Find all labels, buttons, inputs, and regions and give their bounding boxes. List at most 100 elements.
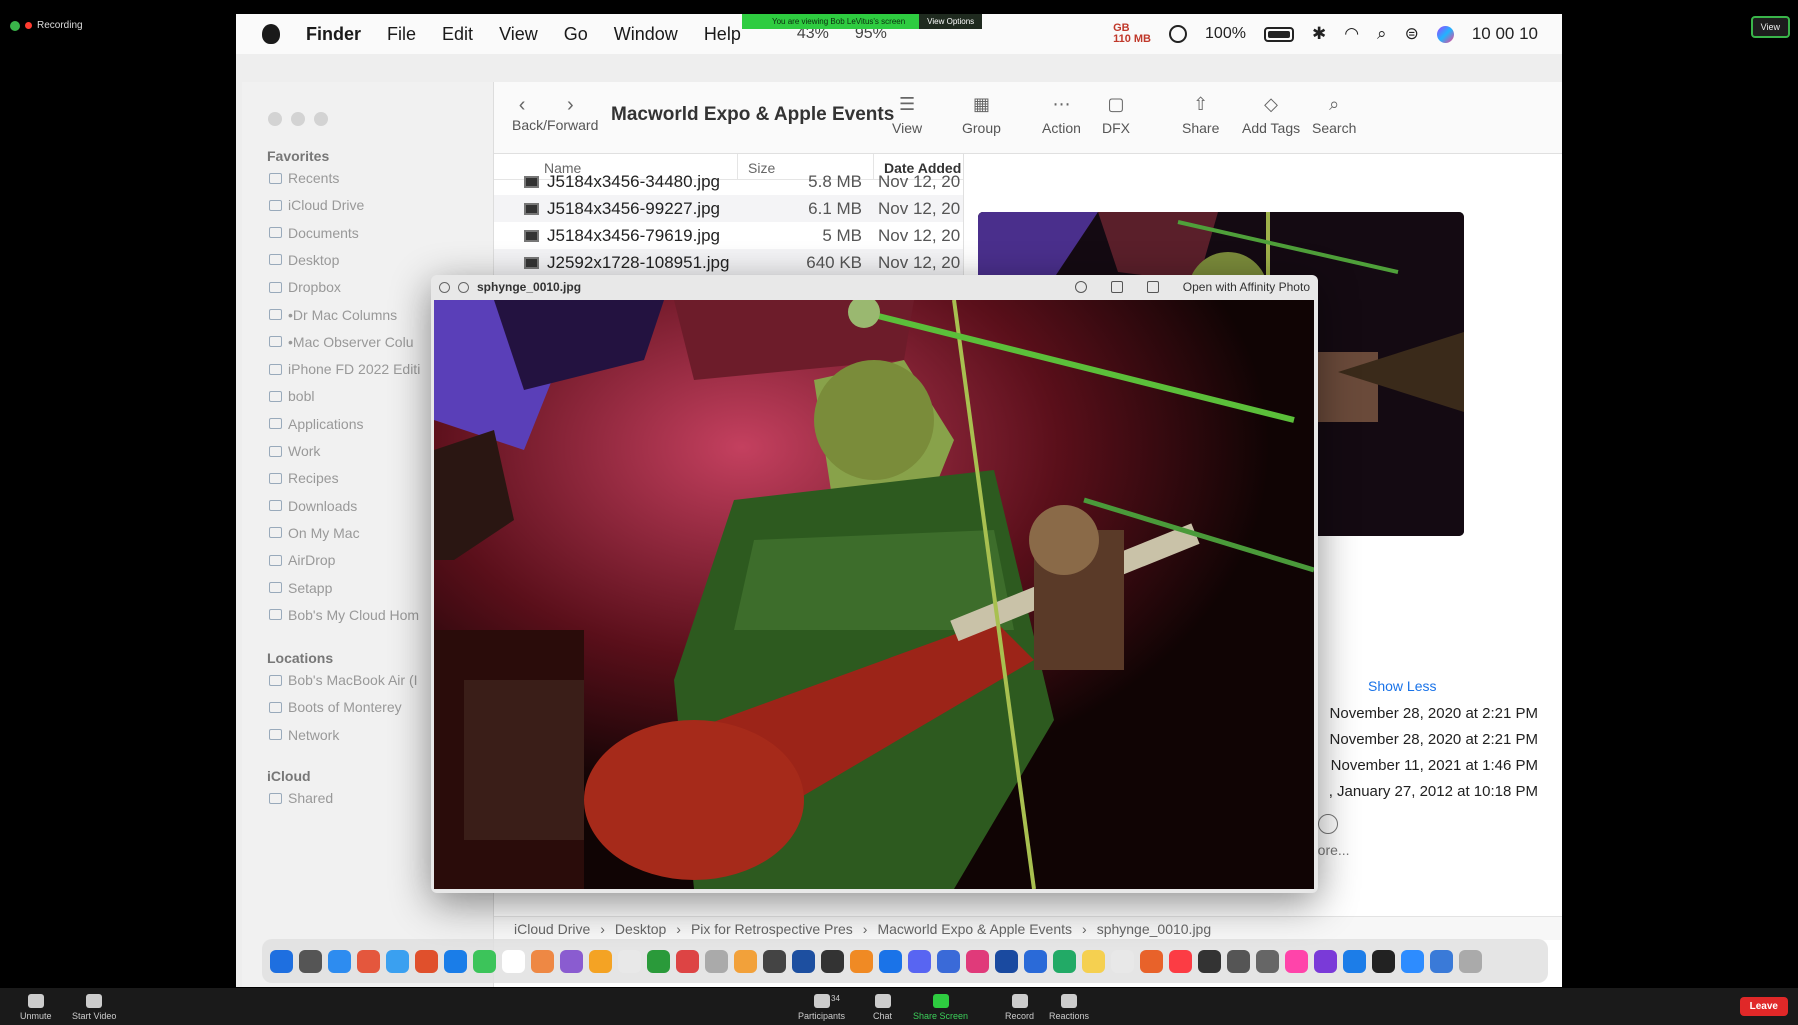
leave-button[interactable]: Leave xyxy=(1739,997,1788,1016)
dock-app-icon[interactable] xyxy=(560,949,583,973)
back-forward-arrows-icon[interactable]: ‹ › xyxy=(512,94,598,117)
control-center-icon[interactable]: ⊜ xyxy=(1405,24,1419,44)
view-toolbar-button[interactable]: ☰ View xyxy=(892,94,922,136)
back-forward-control[interactable]: ‹ › Back/Forward xyxy=(512,94,598,133)
sidebar-item[interactable]: Recents xyxy=(269,170,339,186)
action-toolbar-button[interactable]: ⋯ Action xyxy=(1042,94,1081,136)
time-machine-icon[interactable] xyxy=(1169,25,1188,43)
rotate-icon[interactable] xyxy=(1110,281,1123,293)
search-toolbar-button[interactable]: ⌕ Search xyxy=(1312,94,1356,136)
memory-status[interactable]: GB 110 MB xyxy=(1113,23,1151,45)
sidebar-item[interactable]: On My Mac xyxy=(269,525,360,541)
dock-app-icon[interactable] xyxy=(589,949,612,973)
dock-app-icon[interactable] xyxy=(850,949,873,973)
fullscreen-icon[interactable] xyxy=(458,281,469,293)
zoom-button[interactable] xyxy=(314,112,328,126)
dock-app-icon[interactable] xyxy=(1140,949,1163,973)
menu-finder[interactable]: Finder xyxy=(306,24,361,45)
dock-app-icon[interactable] xyxy=(908,949,931,973)
menu-view[interactable]: View xyxy=(499,24,538,45)
dock-app-icon[interactable] xyxy=(357,949,380,973)
sidebar-item[interactable]: Recipes xyxy=(269,470,339,486)
dock-app-icon[interactable] xyxy=(1401,949,1424,973)
share-icon[interactable] xyxy=(1146,281,1159,293)
dock-app-icon[interactable] xyxy=(966,949,989,973)
bluetooth-icon[interactable]: ✱ xyxy=(1312,24,1326,44)
view-options-button[interactable]: View Options xyxy=(919,14,983,29)
dock-app-icon[interactable] xyxy=(444,949,467,973)
close-button[interactable] xyxy=(268,112,282,126)
share-toolbar-button[interactable]: ⇧ Share xyxy=(1182,94,1219,136)
dock-app-icon[interactable] xyxy=(879,949,902,973)
sidebar-item[interactable]: bobl xyxy=(269,388,314,404)
dock-app-icon[interactable] xyxy=(415,949,438,973)
sidebar-item[interactable]: Desktop xyxy=(269,252,339,268)
dock-app-icon[interactable] xyxy=(1053,949,1076,973)
path-segment[interactable]: Pix for Retrospective Pres xyxy=(691,921,853,937)
dock-app-icon[interactable] xyxy=(1459,949,1482,973)
dock-app-icon[interactable] xyxy=(531,949,554,973)
menu-file[interactable]: File xyxy=(387,24,416,45)
dock-app-icon[interactable] xyxy=(937,949,960,973)
zoom-view-button[interactable]: View xyxy=(1750,16,1790,38)
dock-app-icon[interactable] xyxy=(1024,949,1047,973)
dock-app-icon[interactable] xyxy=(705,949,728,973)
menu-help[interactable]: Help xyxy=(704,24,741,45)
dock-app-icon[interactable] xyxy=(1430,949,1453,973)
path-segment[interactable]: Macworld Expo & Apple Events xyxy=(877,921,1072,937)
path-segment[interactable]: iCloud Drive xyxy=(514,921,590,937)
sidebar-item[interactable]: iCloud Drive xyxy=(269,197,364,213)
dock-app-icon[interactable] xyxy=(1227,949,1250,973)
dock-app-icon[interactable] xyxy=(299,949,322,973)
spotlight-icon[interactable]: ⌕ xyxy=(1377,24,1387,44)
apple-menu-icon[interactable] xyxy=(262,24,280,44)
file-row[interactable]: J5184x3456-99227.jpg 6.1 MB Nov 12, 20 xyxy=(494,195,963,222)
path-segment[interactable]: sphynge_0010.jpg xyxy=(1097,921,1211,937)
dock-app-icon[interactable] xyxy=(473,949,496,973)
dock-app-icon[interactable] xyxy=(676,949,699,973)
sidebar-item[interactable]: •Mac Observer Colu xyxy=(269,334,414,350)
sidebar-item[interactable]: AirDrop xyxy=(269,552,335,568)
sidebar-item[interactable]: Dropbox xyxy=(269,279,341,295)
dock-app-icon[interactable] xyxy=(763,949,786,973)
file-row[interactable]: J5184x3456-34480.jpg 5.8 MB Nov 12, 20 xyxy=(494,168,963,195)
sidebar-item[interactable]: Bob's My Cloud Hom xyxy=(269,607,419,623)
dock-app-icon[interactable] xyxy=(270,949,293,973)
file-row[interactable]: J5184x3456-79619.jpg 5 MB Nov 12, 20 xyxy=(494,222,963,249)
path-segment[interactable]: Desktop xyxy=(615,921,666,937)
show-less-link[interactable]: Show Less xyxy=(1368,678,1436,694)
dock-app-icon[interactable] xyxy=(1343,949,1366,973)
sidebar-item[interactable]: Shared xyxy=(269,790,333,806)
open-with-button[interactable]: Open with Affinity Photo xyxy=(1183,280,1310,294)
start-video-button[interactable]: Start Video xyxy=(72,994,116,1021)
share-screen-button[interactable]: Share Screen xyxy=(913,994,968,1021)
sidebar-item[interactable]: Documents xyxy=(269,225,359,241)
markup-icon[interactable] xyxy=(1074,281,1087,293)
menu-window[interactable]: Window xyxy=(614,24,678,45)
dock-app-icon[interactable] xyxy=(1372,949,1395,973)
sidebar-item[interactable]: iPhone FD 2022 Editi xyxy=(269,361,420,377)
dock-app-icon[interactable] xyxy=(995,949,1018,973)
reactions-button[interactable]: Reactions xyxy=(1049,994,1089,1021)
battery-icon[interactable] xyxy=(1263,26,1294,42)
dock-app-icon[interactable] xyxy=(618,949,641,973)
dock-app-icon[interactable] xyxy=(1256,949,1279,973)
group-toolbar-button[interactable]: ▦ Group xyxy=(962,94,1001,136)
wifi-icon[interactable]: ◠ xyxy=(1344,24,1359,44)
sidebar-item[interactable]: Network xyxy=(269,727,339,743)
dock-app-icon[interactable] xyxy=(1198,949,1221,973)
sidebar-item[interactable]: Applications xyxy=(269,416,364,432)
participants-button[interactable]: Participants 34 xyxy=(798,994,845,1021)
sidebar-item[interactable]: Downloads xyxy=(269,498,357,514)
dock-app-icon[interactable] xyxy=(1169,949,1192,973)
dock-app-icon[interactable] xyxy=(386,949,409,973)
sidebar-item[interactable]: Boots of Monterey xyxy=(269,699,402,715)
dock-app-icon[interactable] xyxy=(792,949,815,973)
dock-app-icon[interactable] xyxy=(821,949,844,973)
close-icon[interactable] xyxy=(439,281,450,293)
dock-app-icon[interactable] xyxy=(647,949,670,973)
dock-app-icon[interactable] xyxy=(1111,949,1134,973)
sidebar-item[interactable]: Bob's MacBook Air (I xyxy=(269,672,418,688)
dock-app-icon[interactable] xyxy=(1082,949,1105,973)
sidebar-item[interactable]: Work xyxy=(269,443,320,459)
